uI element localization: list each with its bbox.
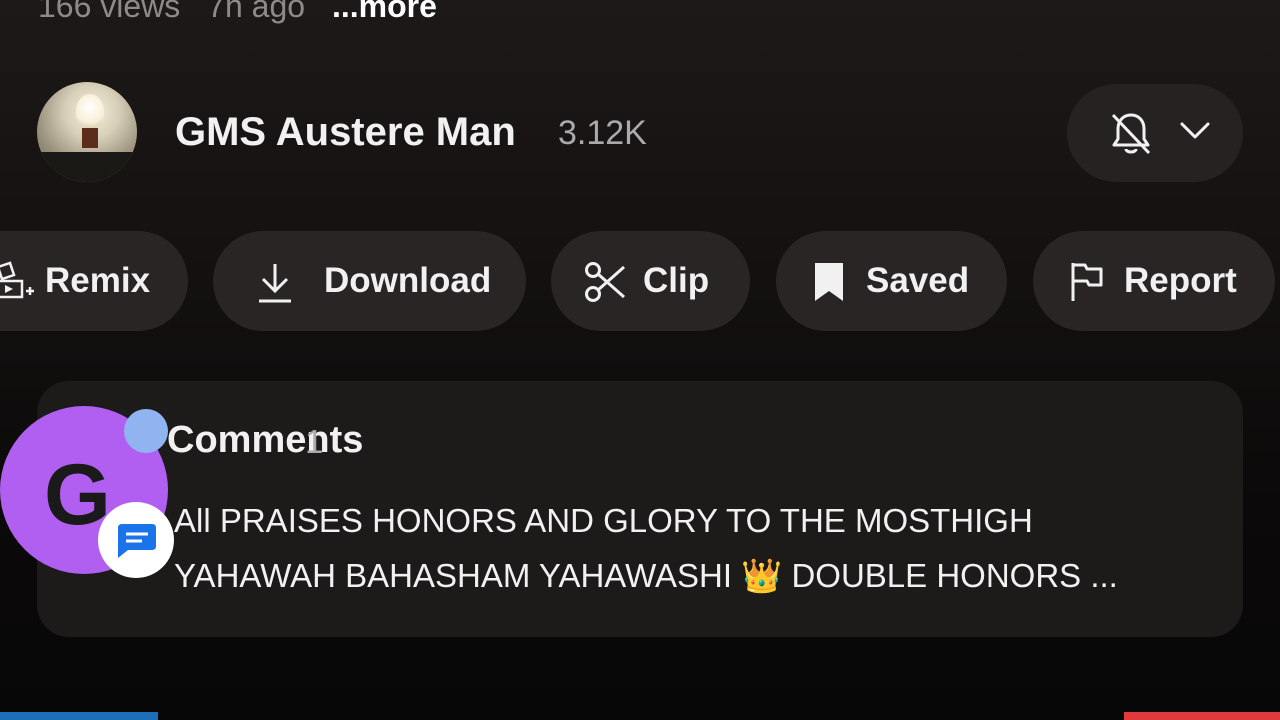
- progress-strip-right: [1124, 712, 1280, 720]
- download-icon: [255, 261, 295, 310]
- clip-label: Clip: [643, 261, 710, 300]
- report-label: Report: [1124, 261, 1237, 300]
- comments-section[interactable]: Comments 1 All PRAISES HONORS AND GLORY …: [37, 381, 1243, 637]
- top-comment-line-1: All PRAISES HONORS AND GLORY TO THE MOST…: [174, 502, 1033, 539]
- notification-dot: [124, 409, 168, 453]
- action-chips: Remix Download Clip Saved Report: [0, 231, 1280, 331]
- view-count: 166 views: [38, 0, 181, 24]
- messages-app-badge: [98, 502, 174, 578]
- bookmark-filled-icon: [812, 261, 846, 308]
- top-comment: All PRAISES HONORS AND GLORY TO THE MOST…: [174, 493, 1214, 603]
- download-label: Download: [324, 261, 492, 300]
- video-meta[interactable]: 166 views 7h ago ...more: [38, 0, 455, 25]
- remix-icon: [0, 261, 36, 306]
- chat-head-bubble[interactable]: G: [0, 404, 180, 584]
- flag-icon: [1069, 261, 1105, 308]
- remix-button[interactable]: Remix: [0, 231, 188, 331]
- bell-off-icon: [1109, 111, 1153, 162]
- comments-title: Comments: [167, 419, 364, 461]
- scissors-icon: [584, 261, 628, 308]
- subscriber-count: 3.12K: [558, 114, 647, 152]
- upload-age: 7h ago: [207, 0, 306, 24]
- subscription-bell-button[interactable]: [1067, 84, 1243, 182]
- channel-avatar[interactable]: [37, 82, 137, 182]
- comments-count: 1: [305, 423, 324, 460]
- more-link[interactable]: ...more: [332, 0, 437, 24]
- download-button[interactable]: Download: [213, 231, 526, 331]
- clip-button[interactable]: Clip: [551, 231, 750, 331]
- chevron-down-icon: [1179, 120, 1211, 147]
- top-comment-line-2: YAHAWAH BAHASHAM YAHAWASHI 👑 DOUBLE HONO…: [174, 557, 1118, 594]
- channel-name[interactable]: GMS Austere Man: [175, 110, 516, 155]
- report-button[interactable]: Report: [1033, 231, 1275, 331]
- saved-label: Saved: [866, 261, 970, 300]
- channel-row: GMS Austere Man 3.12K: [0, 80, 1280, 184]
- saved-button[interactable]: Saved: [776, 231, 1007, 331]
- progress-strip-left: [0, 712, 158, 720]
- remix-label: Remix: [45, 261, 151, 300]
